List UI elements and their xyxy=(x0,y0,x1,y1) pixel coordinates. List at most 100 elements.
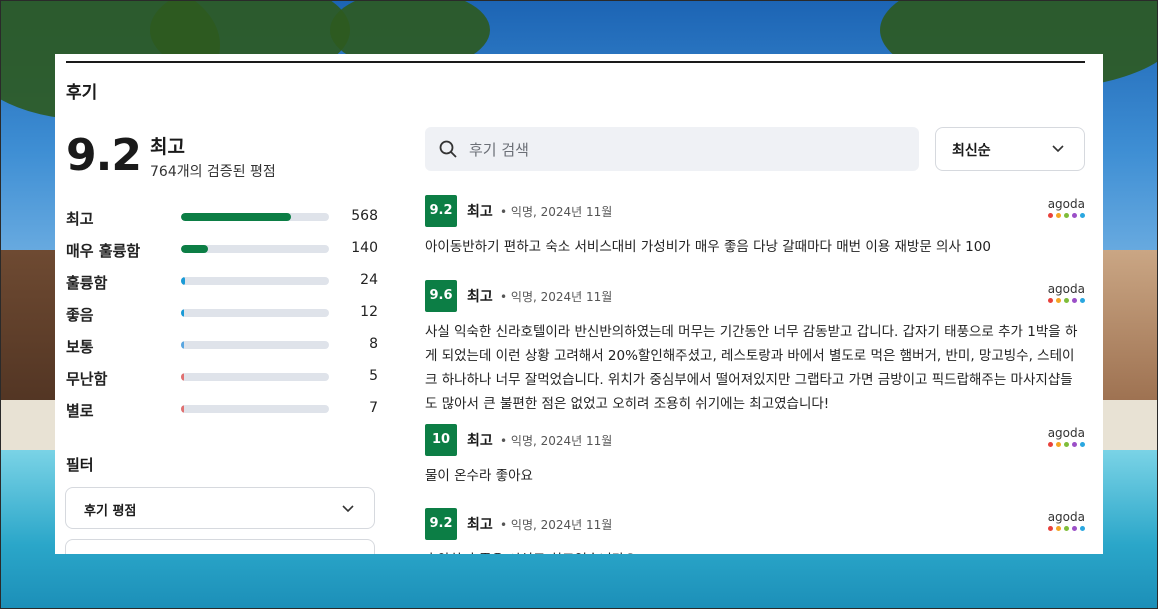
distribution-row: 매우 훌륭함 140 xyxy=(66,236,378,268)
review-score-badge: 9.6 xyxy=(425,280,457,312)
review-author-date: 익명, 2024년 11월 xyxy=(510,518,613,532)
review-author-date: 익명, 2024년 11월 xyxy=(510,205,613,219)
review-label: 최고 xyxy=(467,433,493,449)
distribution-count: 12 xyxy=(360,304,378,320)
distribution-bar xyxy=(181,213,329,221)
distribution-row: 별로 7 xyxy=(66,396,378,428)
distribution-bar-fill xyxy=(181,373,184,381)
chevron-down-icon xyxy=(342,505,354,513)
agoda-dot xyxy=(1072,298,1077,303)
agoda-wordmark: agoda xyxy=(1047,282,1085,296)
distribution-bar-fill xyxy=(181,213,291,221)
agoda-dot xyxy=(1056,213,1061,218)
review-text: 휴양하기 좋은 시설로 최고였습니다요 xyxy=(425,548,1085,554)
distribution-row: 좋음 12 xyxy=(66,300,378,332)
agoda-dot xyxy=(1056,526,1061,531)
distribution-row: 최고 568 xyxy=(66,204,378,236)
sort-dropdown[interactable]: 최신순 xyxy=(935,127,1085,171)
chevron-down-icon xyxy=(1052,145,1064,153)
agoda-dot xyxy=(1080,526,1085,531)
distribution-label: 좋음 xyxy=(66,306,94,324)
agoda-dot xyxy=(1080,213,1085,218)
review-label: 최고 xyxy=(467,517,493,533)
agoda-dot xyxy=(1080,298,1085,303)
bullet: • xyxy=(500,290,511,304)
filter-heading: 필터 xyxy=(66,456,94,474)
agoda-logo: agoda xyxy=(1043,510,1085,531)
distribution-bar-fill xyxy=(181,341,184,349)
distribution-label: 매우 훌륭함 xyxy=(66,242,141,260)
distribution-label: 최고 xyxy=(66,210,94,228)
distribution-bar-fill xyxy=(181,277,186,285)
rating-distribution: 최고 568 매우 훌륭함 140 훌륭함 24 좋음 12 보통 8 무난함 5 별로 7 xyxy=(66,204,378,428)
agoda-dot xyxy=(1056,298,1061,303)
distribution-bar xyxy=(181,309,329,317)
distribution-count: 5 xyxy=(369,368,378,384)
agoda-dot xyxy=(1064,213,1069,218)
rating-count: 764개의 검증된 평점 xyxy=(150,164,276,180)
agoda-dot xyxy=(1048,442,1053,447)
review-text: 사실 익숙한 신라호텔이라 반신반의하였는데 머무는 기간동안 너무 감동받고 … xyxy=(425,324,1078,412)
distribution-bar xyxy=(181,245,329,253)
distribution-count: 140 xyxy=(351,240,378,256)
distribution-bar-fill xyxy=(181,309,184,317)
agoda-wordmark: agoda xyxy=(1047,197,1085,211)
agoda-dot xyxy=(1080,442,1085,447)
agoda-wordmark: agoda xyxy=(1047,510,1085,524)
review-meta: • 익명, 2024년 11월 xyxy=(500,288,612,305)
agoda-dot xyxy=(1056,442,1061,447)
distribution-label: 별로 xyxy=(66,402,94,420)
filter-select-secondary[interactable] xyxy=(65,539,375,554)
search-icon xyxy=(439,140,457,158)
distribution-label: 훌륭함 xyxy=(66,274,108,292)
distribution-count: 24 xyxy=(360,272,378,288)
agoda-dot xyxy=(1064,526,1069,531)
bullet: • xyxy=(500,518,511,532)
distribution-label: 보통 xyxy=(66,338,94,356)
review-author-date: 익명, 2024년 11월 xyxy=(510,434,613,448)
reviews-panel: 후기 9.2 최고 764개의 검증된 평점 최고 568 매우 훌륭함 140 훌륭함… xyxy=(55,54,1103,554)
distribution-bar-fill xyxy=(181,405,184,413)
agoda-logo: agoda xyxy=(1043,282,1085,303)
agoda-dot xyxy=(1072,526,1077,531)
review-score-filter-label: 후기 평점 xyxy=(84,504,137,519)
review-meta: • 익명, 2024년 11월 xyxy=(500,203,612,220)
review-score-badge: 9.2 xyxy=(425,508,457,540)
review-score-badge: 9.2 xyxy=(425,195,457,227)
agoda-dot xyxy=(1048,298,1053,303)
distribution-count: 568 xyxy=(351,208,378,224)
distribution-count: 8 xyxy=(369,336,378,352)
agoda-wordmark: agoda xyxy=(1047,426,1085,440)
review-label: 최고 xyxy=(467,204,493,220)
agoda-dot xyxy=(1048,526,1053,531)
bullet: • xyxy=(500,434,511,448)
distribution-bar xyxy=(181,341,329,349)
bullet: • xyxy=(500,205,511,219)
sort-label: 최신순 xyxy=(952,143,991,159)
agoda-logo: agoda xyxy=(1043,426,1085,447)
review-text: 아이동반하기 편하고 숙소 서비스대비 가성비가 매우 좋음 다낭 갈때마다 매… xyxy=(425,239,991,255)
overall-label: 최고 xyxy=(150,136,185,158)
distribution-count: 7 xyxy=(369,400,378,416)
top-divider xyxy=(66,61,1085,63)
review-meta: • 익명, 2024년 11월 xyxy=(500,432,612,449)
review-score-filter[interactable]: 후기 평점 xyxy=(65,487,375,529)
review-meta: • 익명, 2024년 11월 xyxy=(500,516,612,533)
agoda-dot xyxy=(1072,213,1077,218)
distribution-label: 무난함 xyxy=(66,370,108,388)
distribution-bar xyxy=(181,373,329,381)
review-label: 최고 xyxy=(467,289,493,305)
agoda-dot xyxy=(1064,298,1069,303)
agoda-logo: agoda xyxy=(1043,197,1085,218)
search-input[interactable] xyxy=(467,137,891,163)
agoda-dot xyxy=(1048,213,1053,218)
review-author-date: 익명, 2024년 11월 xyxy=(510,290,613,304)
distribution-row: 보통 8 xyxy=(66,332,378,364)
review-search[interactable] xyxy=(425,127,919,171)
distribution-row: 무난함 5 xyxy=(66,364,378,396)
overall-score: 9.2 xyxy=(66,130,142,181)
distribution-row: 훌륭함 24 xyxy=(66,268,378,300)
section-title: 후기 xyxy=(66,83,98,103)
review-score-badge: 10 xyxy=(425,424,457,456)
review-text: 물이 온수라 좋아요 xyxy=(425,468,533,484)
